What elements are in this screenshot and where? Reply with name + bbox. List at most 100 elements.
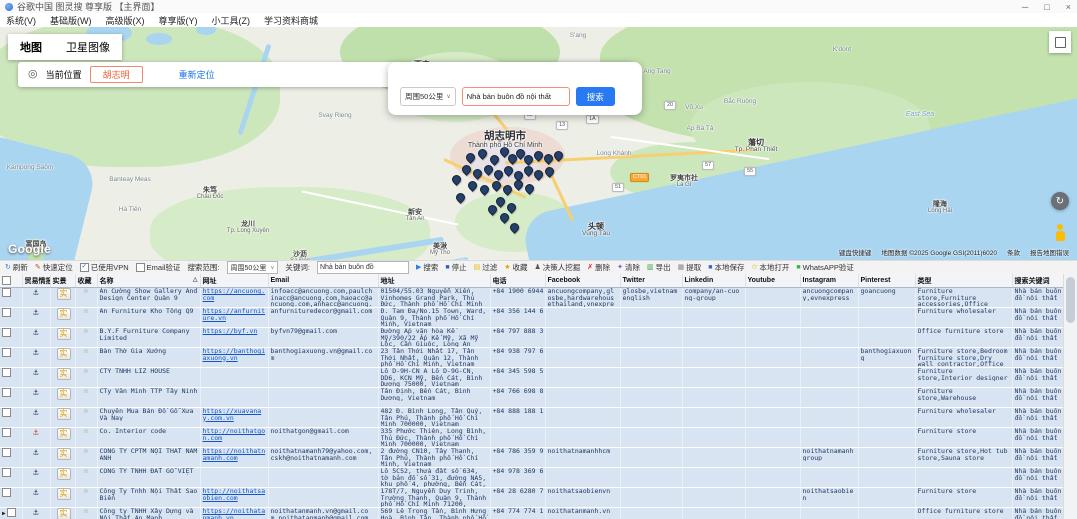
- current-city-field[interactable]: 胡志明: [90, 66, 143, 83]
- row-checkbox[interactable]: [2, 368, 11, 377]
- row-checkbox[interactable]: [7, 508, 16, 517]
- website-link[interactable]: https://noithatanmanh.vn: [203, 508, 266, 519]
- report-error-link[interactable]: 报告地图错误: [1030, 247, 1069, 257]
- star-icon[interactable]: ☆: [78, 508, 95, 515]
- scrollbar-thumb[interactable]: [1066, 277, 1075, 323]
- street-view-badge[interactable]: 实: [57, 308, 71, 320]
- street-view-badge[interactable]: 实: [57, 428, 71, 440]
- maximize-button[interactable]: □: [1044, 2, 1049, 12]
- row-checkbox[interactable]: [2, 288, 11, 297]
- anchor-icon[interactable]: ⚓: [25, 288, 48, 298]
- street-view-badge[interactable]: 实: [57, 288, 71, 300]
- keyword-input[interactable]: Nhà bán buôn đồ nội thất: [462, 87, 570, 106]
- toolbar-checkbox-Email验证[interactable]: Email验证: [136, 262, 181, 273]
- checkbox-icon[interactable]: ✓: [80, 263, 89, 272]
- sort-asc-icon[interactable]: △: [193, 276, 198, 283]
- toolbar-button-WhatsAPP验证[interactable]: ■WhatsAPP验证: [796, 262, 854, 273]
- row-checkbox[interactable]: [2, 428, 11, 437]
- website-link[interactable]: https://noithatnamanh.com: [203, 448, 266, 462]
- street-view-badge[interactable]: 实: [57, 348, 71, 360]
- fullscreen-button[interactable]: [1049, 31, 1071, 53]
- search-button[interactable]: 搜索: [576, 87, 615, 106]
- vertical-scrollbar[interactable]: [1063, 274, 1077, 519]
- star-icon[interactable]: ☆: [78, 308, 95, 315]
- map-pin-icon[interactable]: [454, 191, 467, 204]
- website-link[interactable]: http://noithatgon.com: [203, 428, 266, 442]
- row-checkbox[interactable]: [2, 308, 11, 317]
- pegman-icon[interactable]: [1054, 224, 1066, 242]
- menu-item-6[interactable]: 学习资料商城: [264, 14, 318, 27]
- toolbar-button-导出[interactable]: ▥导出: [647, 262, 671, 273]
- toolbar-button-过滤[interactable]: ▤过滤: [474, 262, 498, 273]
- anchor-icon[interactable]: ⚓: [25, 408, 48, 418]
- star-icon[interactable]: ☆: [78, 348, 95, 355]
- radius-select[interactable]: 周围50公里 ∨: [400, 87, 456, 106]
- anchor-icon[interactable]: ⚓: [25, 308, 48, 318]
- minimize-button[interactable]: ─: [1022, 2, 1028, 12]
- toolbar-button-收藏[interactable]: ★收藏: [504, 262, 527, 273]
- star-icon[interactable]: ☆: [78, 288, 95, 295]
- close-button[interactable]: ×: [1066, 2, 1071, 12]
- map-pin-icon[interactable]: [466, 179, 479, 192]
- street-view-badge[interactable]: 实: [57, 388, 71, 400]
- anchor-icon[interactable]: ⚓: [25, 508, 48, 518]
- rotate-control[interactable]: ↻: [1051, 192, 1069, 210]
- row-checkbox[interactable]: [2, 408, 11, 417]
- anchor-icon[interactable]: ⚓: [25, 488, 48, 498]
- street-view-badge[interactable]: 实: [57, 328, 71, 340]
- anchor-icon[interactable]: ⚓: [25, 448, 48, 458]
- anchor-icon[interactable]: ⚓: [25, 468, 48, 478]
- anchor-icon[interactable]: ⚓: [25, 368, 48, 378]
- toolbar-button-本地保存[interactable]: ■本地保存: [708, 262, 744, 273]
- select-all-checkbox[interactable]: [2, 276, 11, 285]
- toolbar-button-刷新[interactable]: ↻刷新: [5, 262, 28, 273]
- star-icon[interactable]: ☆: [78, 328, 95, 335]
- star-icon[interactable]: ☆: [78, 368, 95, 375]
- star-icon[interactable]: ☆: [78, 488, 95, 495]
- toolbar-keyword-input[interactable]: Nhà bán buôn đồ: [317, 261, 409, 274]
- terms-link[interactable]: 条款: [1007, 247, 1020, 257]
- website-link[interactable]: https://banthogiaxuong.vn: [203, 348, 266, 362]
- relocate-link[interactable]: 重新定位: [179, 68, 215, 81]
- website-link[interactable]: http://noithatsaobien.com: [203, 488, 266, 502]
- menu-item-5[interactable]: 小工具(Z): [212, 14, 251, 27]
- street-view-badge[interactable]: 实: [57, 488, 71, 500]
- anchor-icon[interactable]: ⚓: [25, 388, 48, 398]
- toolbar-button-快速定位[interactable]: ✎快速定位: [35, 262, 73, 273]
- row-checkbox[interactable]: [2, 348, 11, 357]
- website-link[interactable]: https://xuavanay.com.vn: [203, 408, 262, 422]
- toolbar-button-停止[interactable]: ■停止: [445, 262, 466, 273]
- toolbar-button-清除[interactable]: ✦清除: [617, 262, 640, 273]
- toolbar-checkbox-已使用VPN[interactable]: ✓已使用VPN: [80, 262, 129, 273]
- checkbox-icon[interactable]: [136, 263, 145, 272]
- toolbar-button-提取[interactable]: ▦提取: [678, 262, 702, 273]
- menu-item-3[interactable]: 高级版(X): [106, 14, 145, 27]
- row-checkbox[interactable]: [2, 328, 11, 337]
- toolbar-radius-select[interactable]: 周围50公里∨: [227, 261, 279, 274]
- row-checkbox[interactable]: [2, 388, 11, 397]
- map-pin-icon[interactable]: [450, 173, 463, 186]
- tab-satellite[interactable]: 卫星图像: [54, 39, 122, 55]
- street-view-badge[interactable]: 实: [57, 448, 71, 460]
- anchor-icon[interactable]: ⚓: [25, 428, 48, 438]
- toolbar-button-决策人挖掘[interactable]: ♟决策人挖掘: [534, 262, 580, 273]
- street-view-badge[interactable]: 实: [57, 408, 71, 420]
- menu-item-4[interactable]: 尊享版(Y): [159, 14, 198, 27]
- tab-map[interactable]: 地图: [8, 39, 54, 55]
- star-icon[interactable]: ☆: [78, 428, 95, 435]
- menu-item-2[interactable]: 基础版(W): [50, 14, 92, 27]
- street-view-badge[interactable]: 实: [57, 368, 71, 380]
- row-checkbox[interactable]: [2, 448, 11, 457]
- website-link[interactable]: https://anfurniture.vn: [203, 308, 266, 322]
- toolbar-button-搜索[interactable]: ▶搜索: [416, 262, 438, 273]
- anchor-icon[interactable]: ⚓: [25, 328, 48, 338]
- row-checkbox[interactable]: [2, 488, 11, 497]
- anchor-icon[interactable]: ⚓: [25, 348, 48, 358]
- star-icon[interactable]: ☆: [78, 448, 95, 455]
- street-view-badge[interactable]: 实: [57, 508, 71, 519]
- star-icon[interactable]: ☆: [78, 408, 95, 415]
- street-view-badge[interactable]: 实: [57, 468, 71, 480]
- website-link[interactable]: https://ancuong.com: [203, 288, 266, 302]
- star-icon[interactable]: ☆: [78, 468, 95, 475]
- row-checkbox[interactable]: [2, 468, 11, 477]
